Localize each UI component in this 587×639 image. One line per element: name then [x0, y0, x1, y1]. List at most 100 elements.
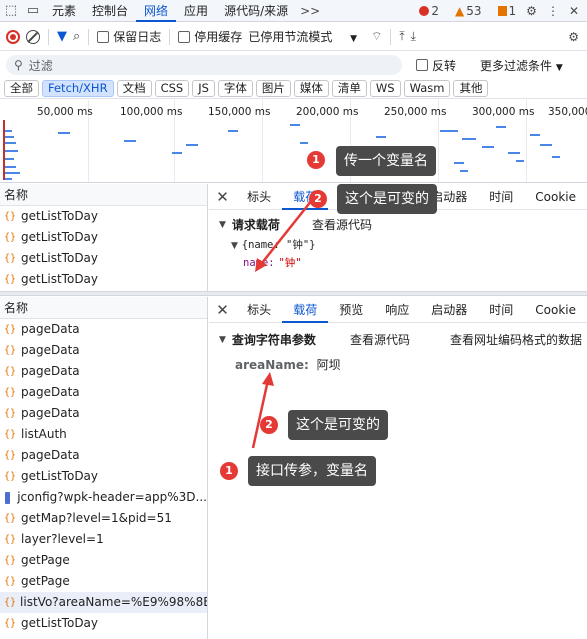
payload-summary-row[interactable]: ▼ {name: "钟"}: [209, 233, 587, 252]
settings-gear-icon[interactable]: ⚙: [526, 4, 537, 18]
request-row[interactable]: {} getListToDay: [0, 227, 207, 248]
view-source-link[interactable]: 查看源代码: [350, 331, 410, 348]
request-row[interactable]: {} getPage: [0, 550, 207, 571]
warning-badge[interactable]: ▲ 53: [455, 4, 482, 18]
request-row[interactable]: {} getMap?level=1&pid=51: [0, 508, 207, 529]
tab-timing[interactable]: 时间: [478, 297, 524, 323]
error-badge[interactable]: 2: [419, 4, 439, 18]
filter-input[interactable]: ⚲ 过滤: [6, 55, 402, 75]
tab-cookie[interactable]: Cookie: [524, 184, 587, 210]
chip-all[interactable]: 全部: [4, 80, 39, 97]
view-url-encoded-link[interactable]: 查看网址编码格式的数据: [450, 331, 582, 348]
more-filters-dropdown[interactable]: 更多过滤条件 ▼: [480, 57, 563, 74]
xhr-icon: {}: [4, 211, 17, 222]
tab-application[interactable]: 应用: [176, 0, 216, 22]
param-value: 阿坝: [316, 358, 341, 372]
device-toolbar-icon[interactable]: ▭: [22, 0, 44, 22]
chip-js[interactable]: JS: [192, 80, 215, 97]
filter-funnel-icon[interactable]: ▼: [57, 29, 67, 44]
timeline-label: 150,000 ms: [208, 106, 271, 118]
upload-icon[interactable]: ⤒: [399, 29, 404, 44]
request-name: getListToDay: [21, 230, 99, 244]
chip-other[interactable]: 其他: [453, 80, 489, 97]
info-badge[interactable]: 1: [497, 4, 516, 18]
tab-headers[interactable]: 标头: [236, 297, 282, 323]
xhr-icon: {}: [4, 253, 17, 264]
xhr-icon: {}: [4, 555, 17, 566]
chip-css[interactable]: CSS: [154, 80, 190, 97]
expand-triangle-icon: ▼: [219, 219, 226, 230]
request-name: getMap?level=1&pid=51: [21, 511, 172, 525]
network-overview-timeline[interactable]: 50,000 ms 100,000 ms 150,000 ms 200,000 …: [0, 100, 587, 183]
xhr-icon: {}: [4, 471, 17, 482]
request-row[interactable]: {} getListToDay: [0, 466, 207, 487]
request-row[interactable]: {} pageData: [0, 403, 207, 424]
request-row[interactable]: {} getListToDay: [0, 206, 207, 227]
close-icon[interactable]: ✕: [209, 188, 236, 206]
pane-divider[interactable]: [0, 291, 587, 296]
download-icon[interactable]: ⤓: [411, 29, 416, 44]
tab-response[interactable]: 响应: [374, 297, 420, 323]
tab-elements[interactable]: 元素: [44, 0, 84, 22]
request-name: listVo?areaName=%E9%98%8B...: [20, 595, 207, 609]
chip-media[interactable]: 媒体: [293, 80, 329, 97]
view-source-link[interactable]: 查看源代码: [312, 216, 372, 233]
request-row[interactable]: {} pageData: [0, 445, 207, 466]
annotation-callout: 这个是可变的: [288, 410, 388, 440]
request-row[interactable]: {} pageData: [0, 361, 207, 382]
request-row[interactable]: {} pageData: [0, 340, 207, 361]
close-devtools-icon[interactable]: ✕: [569, 4, 579, 18]
query-string-section[interactable]: ▼ 查询字符串参数 查看源代码 查看网址编码格式的数据: [209, 323, 587, 348]
chip-wasm[interactable]: Wasm: [403, 80, 451, 97]
throttle-select[interactable]: 已停用节流模式 ▼: [248, 28, 357, 45]
request-row[interactable]: {} layer?level=1: [0, 529, 207, 550]
request-row[interactable]: {} listVo?areaName=%E9%98%8B...: [0, 592, 207, 613]
tab-console[interactable]: 控制台: [84, 0, 136, 22]
tab-payload[interactable]: 载荷: [282, 297, 329, 323]
filter-row: ⚲ 过滤 反转 更多过滤条件 ▼: [0, 52, 587, 78]
invert-checkbox[interactable]: 反转: [416, 57, 456, 74]
request-row[interactable]: {} getListToDay: [0, 248, 207, 269]
request-row[interactable]: {} pageData: [0, 319, 207, 340]
record-icon[interactable]: [6, 29, 20, 44]
request-name: layer?level=1: [21, 532, 104, 546]
tab-timing[interactable]: 时间: [478, 184, 524, 210]
network-conditions-icon[interactable]: ⌔: [371, 29, 382, 44]
chip-fetch-xhr[interactable]: Fetch/XHR: [42, 80, 114, 97]
request-row[interactable]: {} pageData: [0, 382, 207, 403]
annotation-number: 1: [307, 151, 325, 169]
tab-preview[interactable]: 预览: [328, 297, 374, 323]
request-row[interactable]: {} getListToDay: [0, 269, 207, 290]
preserve-log-checkbox[interactable]: 保留日志: [97, 28, 161, 45]
tab-network[interactable]: 网络: [136, 0, 177, 22]
kebab-menu-icon[interactable]: ⋮: [547, 4, 559, 18]
separator: [88, 28, 90, 45]
more-tabs-button[interactable]: >>: [296, 4, 324, 18]
request-row[interactable]: jconfig?wpk-header=app%3D...: [0, 487, 207, 508]
chip-manifest[interactable]: 清单: [331, 80, 367, 97]
request-row[interactable]: {} getPage: [0, 571, 207, 592]
inspect-icon[interactable]: ⬚: [0, 0, 22, 22]
detail-tabs: ✕ 标头 载荷 预览 响应 启动器 时间 Cookie: [209, 297, 587, 323]
chip-ws[interactable]: WS: [369, 80, 401, 97]
tab-sources[interactable]: 源代码/来源: [216, 0, 296, 22]
chip-img[interactable]: 图片: [255, 80, 291, 97]
disable-cache-checkbox[interactable]: 停用缓存: [178, 28, 242, 45]
chevron-down-icon: ▼: [350, 34, 358, 44]
close-icon[interactable]: ✕: [209, 301, 236, 319]
tab-initiator[interactable]: 启动器: [420, 297, 478, 323]
xhr-icon: {}: [4, 366, 17, 377]
request-name: getListToDay: [21, 209, 99, 223]
error-icon: [419, 5, 430, 16]
tab-cookie[interactable]: Cookie: [524, 297, 587, 323]
xhr-icon: {}: [4, 232, 17, 243]
request-row[interactable]: {} getListToDay: [0, 613, 207, 634]
chip-doc[interactable]: 文档: [116, 80, 152, 97]
search-icon[interactable]: ⌕: [73, 29, 80, 44]
chip-font[interactable]: 字体: [217, 80, 253, 97]
network-settings-gear-icon[interactable]: ⚙: [568, 30, 579, 44]
request-row[interactable]: {} listAuth: [0, 424, 207, 445]
clear-icon[interactable]: [26, 29, 40, 44]
tab-headers[interactable]: 标头: [236, 184, 282, 210]
annotation-callout: 这个是可变的: [337, 184, 437, 214]
